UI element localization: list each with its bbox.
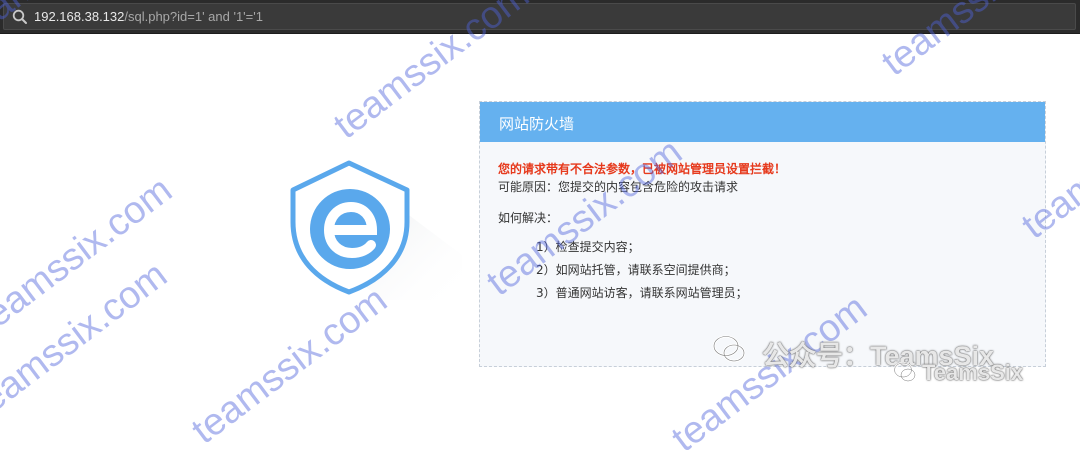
steps-list: 1）检查提交内容； 2）如网站托管，请联系空间提供商； 3）普通网站访客，请联系… [498,239,1035,301]
panel-title: 网站防火墙 [499,115,575,133]
reason-text: 可能原因：您提交的内容包含危险的攻击请求 [498,180,739,194]
watermark-text: teamssix.com [0,253,175,428]
address-bar: 192.168.38.132/sql.php?id=1' and '1'='1 [0,0,1080,34]
list-item: 1）检查提交内容； [536,240,640,254]
watermark-text: teamssix.com [184,278,395,453]
url-input[interactable]: 192.168.38.132/sql.php?id=1' and '1'='1 [3,3,1076,30]
url-host: 192.168.38.132 [34,9,125,24]
wechat-small-icon [893,362,916,382]
howto-heading: 如何解决： [498,211,559,225]
search-icon [12,9,27,24]
list-item: 2）如网站托管，请联系空间提供商； [536,263,736,277]
warning-message: 您的请求带有不合法参数，已被网站管理员设置拦截！ [498,162,787,176]
list-item: 3）普通网站访客，请联系网站管理员； [536,286,748,300]
wechat-icon [712,335,746,363]
firewall-panel: 网站防火墙 您的请求带有不合法参数，已被网站管理员设置拦截！ 可能原因：您提交的… [479,101,1046,367]
shield-logo-icon [290,160,462,300]
panel-header: 网站防火墙 [480,102,1045,142]
brand-sub-label: TeamsSix [922,360,1024,385]
watermark-text: teamssix.com [0,168,180,343]
url-path: /sql.php?id=1' and '1'='1 [124,9,263,24]
panel-body: 您的请求带有不合法参数，已被网站管理员设置拦截！ 可能原因：您提交的内容包含危险… [498,162,1035,308]
url-text: 192.168.38.132/sql.php?id=1' and '1'='1 [34,8,263,25]
